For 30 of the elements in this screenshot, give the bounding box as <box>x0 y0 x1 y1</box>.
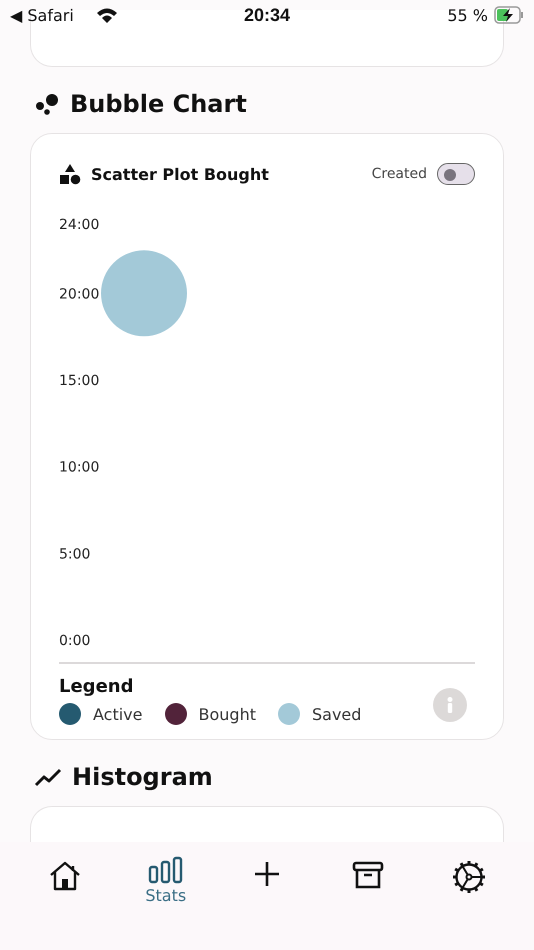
battery-percentage: 55 % <box>447 6 488 24</box>
legend-label: Saved <box>312 704 362 724</box>
bar-chart-icon[interactable] <box>148 856 184 884</box>
tab[interactable]: Stats <box>136 842 196 950</box>
axis-tick-label: 15:00 <box>59 373 100 389</box>
settings-icon[interactable] <box>452 860 486 894</box>
axis-tick-label: 10:00 <box>59 460 100 476</box>
axis-tick-label: 5:00 <box>59 546 90 562</box>
info-icon <box>447 697 453 713</box>
charging-battery-icon <box>494 6 524 24</box>
bubbles-icon <box>34 93 60 115</box>
home-icon[interactable] <box>48 860 82 892</box>
back-to-app-link[interactable]: ◀ Safari <box>10 6 74 24</box>
section-title: Bubble Chart <box>70 90 247 118</box>
toggle-label: Created <box>372 166 427 182</box>
axis-tick-label: 0:00 <box>59 633 90 649</box>
legend-title: Legend <box>59 676 134 697</box>
section-title: Histogram <box>72 763 213 791</box>
shapes-icon <box>59 163 81 185</box>
wifi-icon <box>96 7 118 23</box>
axis-tick-label: 24:00 <box>59 217 100 233</box>
axis-tick-label: 20:00 <box>59 286 100 302</box>
legend-label: Active <box>93 704 142 724</box>
status-time: 20:34 <box>242 4 292 26</box>
plus-icon[interactable] <box>252 860 281 888</box>
archive-box-icon[interactable] <box>352 860 384 890</box>
chart-title: Scatter Plot Bought <box>91 164 270 184</box>
legend-label: Bought <box>198 704 256 724</box>
trend-line-icon <box>34 767 62 787</box>
toggle-switch[interactable] <box>437 163 475 185</box>
